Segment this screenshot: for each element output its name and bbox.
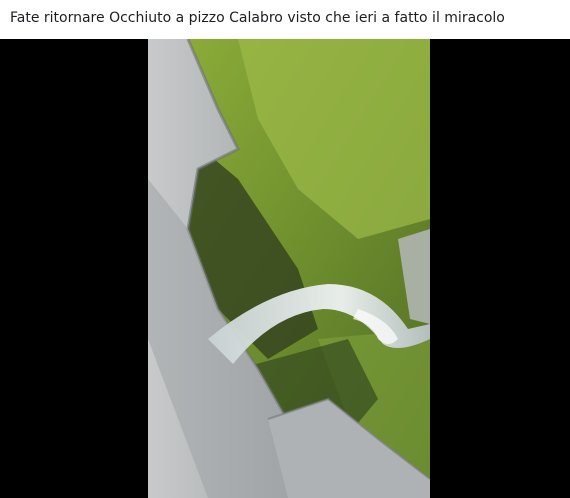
video-frame [148, 39, 430, 498]
post: Fate ritornare Occhiuto a pizzo Calabro … [0, 0, 570, 498]
post-caption: Fate ritornare Occhiuto a pizzo Calabro … [10, 10, 505, 26]
video-player[interactable] [0, 39, 570, 498]
